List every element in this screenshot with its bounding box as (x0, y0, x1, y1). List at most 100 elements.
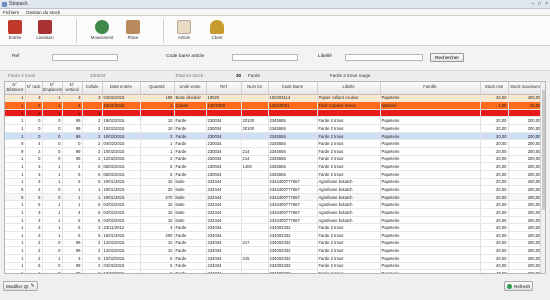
table-cell: Farde 2 trous (317, 155, 381, 164)
table-cell: 234034 (206, 269, 242, 273)
table-cell: 3 (82, 94, 103, 103)
maximize-button[interactable]: □ (538, 1, 541, 7)
table-cell: 3 (25, 170, 43, 179)
table-cell: Farde (174, 269, 207, 273)
column-header[interactable]: Ref (206, 82, 242, 95)
client-button[interactable]: Client (205, 18, 229, 44)
table-row[interactable]: 1 2 1 4 15/01/2015 1 Caisse 120/1900 120/19001 Ti… (5, 101, 543, 110)
column-header[interactable]: Code Barre (268, 82, 318, 95)
table-cell: 1 (5, 162, 26, 171)
table-cell: boite (174, 200, 207, 210)
table-cell (508, 109, 543, 118)
table-row[interactable]: 1 3 1 6 6 05/02/2015 5 Farde 230034 2345555 Farde … (5, 170, 543, 179)
table-cell: 40,00 (480, 246, 509, 255)
table-row[interactable]: 1 2 1 3 5 10/02/2015 5 Farde 234034 215 234002332 F… (5, 254, 543, 263)
column-header[interactable]: Quantité (140, 82, 175, 95)
table-cell: 200,00 (508, 246, 543, 255)
entree-button[interactable]: Entrée (3, 18, 27, 44)
table-cell: 6 (25, 262, 43, 271)
table-cell: 1,00 (480, 101, 509, 110)
table-cell: 1 (5, 170, 26, 179)
refresh-button[interactable]: Refresh (504, 281, 534, 291)
livraison-label: Livraison (36, 35, 54, 40)
table-row[interactable]: 1 2 0 99 2 12/02/2015 10 Farde 234034 234002332 Fa… (5, 246, 543, 255)
table-cell: 5 (140, 170, 175, 179)
table-cell: 05/02/2015 (102, 162, 141, 171)
table-row[interactable]: 1 6 0 99 2 04/02/2015 5 Farde 234034 234002332 Far… (5, 262, 543, 271)
table-cell: 230034 (206, 147, 242, 156)
table-row[interactable]: 1 2 0 99 2 12/02/2015 10 Farde 234034 217 23400233… (5, 239, 543, 248)
table-cell: 230034 (206, 116, 242, 126)
column-header[interactable]: N° Bâtiment (5, 82, 26, 95)
scrollbar-thumb[interactable] (542, 90, 545, 210)
table-row[interactable]: 1 3 1 4 5 04/02/2015 10 boite 233444 234340077766… (5, 208, 543, 217)
table-cell: 2345555 (268, 132, 318, 141)
table-cell: 6 (25, 193, 43, 202)
libelle-input[interactable] (345, 54, 423, 61)
column-header[interactable]: N° vertical (62, 82, 83, 95)
table-cell (241, 223, 269, 233)
livraison-button[interactable]: Livraison (33, 18, 57, 44)
table-cell: 2 (25, 109, 43, 118)
table-row[interactable]: 1 1 0 99 2 10/02/2015 5 Farde 234034 234002332 Far… (5, 269, 543, 273)
place-button[interactable]: Place (121, 18, 145, 44)
client-label: Client (211, 35, 223, 40)
column-header[interactable]: N° rack (25, 82, 43, 95)
table-cell: 1 (5, 269, 26, 273)
table-row[interactable]: 1 3 1 3 3 04/02/2015 199 Boite dévidoir 10020 100… (5, 94, 543, 103)
modify-qi-button[interactable]: Modifier QI ✎ (3, 281, 38, 291)
table-row[interactable]: 9 6 0 1 1 19/01/2015 270 boite 233444 23434007776… (5, 193, 543, 202)
table-row[interactable]: 1 3 1 5 3 23/11/2012 4 Farde 234034 234002332 Fard… (5, 223, 543, 233)
column-header[interactable]: Num lot (241, 82, 269, 95)
table-row[interactable]: 9 2 0 1 1 19/01/2015 20 boite 233444 234340077766… (5, 185, 543, 194)
table-row[interactable]: 9 2 0 99 2 10/02/2015 1 Farde 230034 214 2345555 Fa… (5, 147, 543, 156)
table-row[interactable]: 1 0 0 99 2 10/02/2015 3 Farde 230034 2345555 Farde… (5, 132, 543, 141)
close-button[interactable]: × (545, 1, 548, 7)
stock-info-bar: Farde 2 trous 230034 Total en stock : 30… (0, 71, 550, 80)
table-row[interactable]: 1 3 1 5 5 04/02/2015 10 boite 233444 234340077766… (5, 216, 543, 225)
table-cell: 0 (42, 139, 63, 148)
column-header[interactable]: Stock min (480, 82, 509, 95)
table-cell: 5 (140, 162, 175, 171)
table-cell: 2343400777667 (268, 216, 318, 225)
table-row[interactable]: 9 4 0 0 2 04/02/2015 1 Farde 230034 2345555 Farde … (5, 139, 543, 148)
column-header[interactable]: Famille (380, 82, 481, 95)
minimize-button[interactable]: – (531, 1, 534, 7)
table-cell: 200,00 (508, 185, 543, 194)
table-cell: 20,00 (480, 216, 509, 225)
table-cell: 234034 (206, 239, 242, 248)
menu-gestion-stock[interactable]: Gestion du stock (26, 10, 60, 15)
ref-input[interactable] (52, 54, 118, 61)
table-cell: Papeterie (380, 200, 481, 210)
code-barre-input[interactable] (232, 54, 298, 61)
table-row[interactable]: 1 0 0 99 2 19/02/2015 10 Farde 230034 20100 234555… (5, 116, 543, 126)
column-header[interactable]: Libellé (317, 82, 381, 95)
table-cell: Farde (174, 239, 207, 248)
table-cell: 99 (62, 262, 83, 271)
table-row[interactable]: 1 0 0 99 2 12/02/2015 2 Farde 230034 214 2345555 Fa… (5, 155, 543, 164)
table-row[interactable]: 1 3 1 4 5 05/02/2015 5 Farde 230034 1400 2345555 Fa… (5, 162, 543, 171)
vertical-scrollbar[interactable] (540, 82, 545, 273)
table-cell: Farde 2 trous (317, 132, 381, 141)
column-header[interactable]: N° Emplacement (42, 82, 63, 95)
table-cell: 1 (5, 116, 26, 126)
table-row[interactable]: 121121 (5, 109, 543, 118)
table-cell: 234002332 (268, 223, 318, 233)
column-header[interactable]: Stock maximum (508, 82, 543, 95)
column-header[interactable]: Date entrée (102, 82, 141, 95)
article-button[interactable]: Article (172, 18, 196, 44)
column-header[interactable]: Cellule (82, 82, 103, 95)
table-row[interactable]: 1 0 0 99 2 10/02/2015 10 Farde 230034 20100 234555… (5, 124, 543, 133)
total-unit: Farde (248, 73, 261, 78)
column-header[interactable]: Unité vente (174, 82, 207, 95)
table-cell: 2 (25, 246, 43, 255)
table-cell: boite (174, 216, 207, 225)
menu-fichiers[interactable]: Fichiers (3, 10, 19, 15)
table-row[interactable]: 1 3 1 5 5 19/01/2015 10 boite 233444 234340077766… (5, 178, 543, 187)
mouvement-button[interactable]: Mouvement (87, 18, 117, 44)
table-cell (241, 216, 269, 225)
table-cell: 19/01/2015 (102, 178, 141, 187)
table-row[interactable]: 1 3 1 5 5 15/01/2015 200 Farde 234034 234002332 Fa… (5, 231, 543, 240)
table-row[interactable]: 1 5 1 1 5 04/02/2015 10 boite 233444 234340077766… (5, 200, 543, 210)
search-button[interactable]: Rechercher (430, 53, 464, 62)
